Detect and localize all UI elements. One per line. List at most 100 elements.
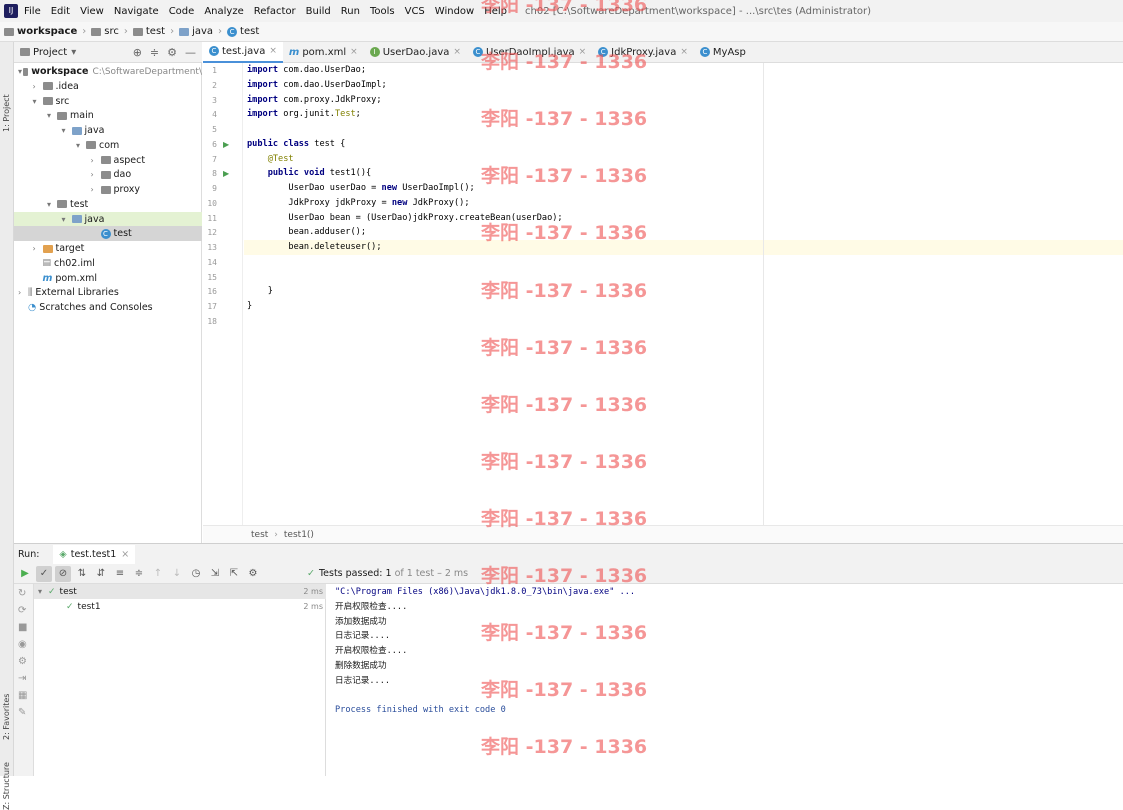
menu-navigate[interactable]: Navigate: [114, 6, 159, 17]
test-tree-item[interactable]: ▾ ✓ test 2 ms: [34, 584, 326, 599]
run-tab[interactable]: ◈ test.test1 ×: [53, 544, 136, 564]
sort-duration-icon[interactable]: ⇵: [93, 566, 109, 582]
settings-icon[interactable]: ⚙: [245, 566, 261, 582]
chevron-down-icon[interactable]: ▾: [33, 97, 43, 106]
project-tool-button[interactable]: 1: Project: [2, 94, 11, 132]
sort-alpha-icon[interactable]: ⇅: [74, 566, 90, 582]
locate-icon[interactable]: ⊕: [133, 46, 142, 59]
tree-item[interactable]: ▾ main: [14, 108, 202, 123]
camera-icon[interactable]: ◉: [18, 639, 27, 650]
run-method-icon[interactable]: ▶: [223, 169, 229, 178]
test-tree-item[interactable]: ✓ test1 2 ms: [34, 599, 326, 614]
tree-item[interactable]: ◔ Scratches and Consoles: [14, 300, 202, 315]
toggle-auto-test-icon[interactable]: ⟳: [18, 605, 27, 616]
tree-item[interactable]: ▾ src: [14, 94, 202, 109]
collapse-icon[interactable]: ≑: [150, 46, 159, 59]
chevron-right-icon[interactable]: ›: [33, 244, 43, 253]
tree-item[interactable]: ▾ test: [14, 197, 202, 212]
close-icon[interactable]: ×: [350, 47, 358, 57]
pin-icon[interactable]: ✎: [18, 707, 27, 718]
minimize-icon[interactable]: —: [185, 46, 196, 59]
breadcrumb-test[interactable]: test ›: [132, 26, 179, 37]
collapse-all-icon[interactable]: ≑: [131, 566, 147, 582]
code-editor[interactable]: import com.dao.UserDao; import com.dao.Us…: [244, 63, 1123, 525]
tree-item[interactable]: › target: [14, 241, 202, 256]
menu-vcs[interactable]: VCS: [405, 6, 425, 17]
chevron-down-icon[interactable]: ▾: [76, 141, 86, 150]
tab-test-java[interactable]: Ctest.java ×: [203, 41, 283, 63]
tree-item[interactable]: Ctest: [14, 226, 202, 242]
tab-myasp[interactable]: C MyAsp: [694, 42, 752, 63]
chevron-down-icon[interactable]: ▾: [47, 111, 57, 120]
close-icon[interactable]: ×: [453, 47, 461, 57]
console-output[interactable]: "C:\Program Files (x86)\Java\jdk1.8.0_73…: [327, 584, 1123, 776]
menu-tools[interactable]: Tools: [370, 6, 395, 17]
layout-icon[interactable]: ▦: [18, 690, 27, 701]
tree-item[interactable]: ▾ java: [14, 211, 202, 227]
expand-all-icon[interactable]: ≡: [112, 566, 128, 582]
chevron-down-icon[interactable]: ▾: [62, 215, 72, 224]
favorites-tool-button[interactable]: 2: Favorites: [2, 694, 11, 740]
menu-file[interactable]: File: [24, 6, 41, 17]
chevron-down-icon[interactable]: ▾: [47, 200, 57, 209]
tree-item[interactable]: ▾ workspace C:\SoftwareDepartment\: [14, 64, 202, 79]
tab-pom-xml[interactable]: m pom.xml ×: [283, 42, 364, 63]
tree-item[interactable]: › dao: [14, 167, 202, 182]
close-icon[interactable]: ×: [680, 47, 688, 57]
code-token: }: [247, 301, 253, 311]
run-class-icon[interactable]: ▶: [223, 140, 229, 149]
tab-userdao-java[interactable]: I UserDao.java ×: [364, 42, 467, 63]
chevron-right-icon[interactable]: ›: [18, 288, 28, 297]
close-icon[interactable]: ×: [579, 47, 587, 57]
menu-window[interactable]: Window: [435, 6, 474, 17]
tab-jdkproxy-java[interactable]: C JdkProxy.java ×: [592, 42, 694, 63]
chevron-right-icon[interactable]: ›: [33, 82, 43, 91]
tree-item[interactable]: ▾ java: [14, 123, 202, 138]
rerun-icon[interactable]: ▶: [17, 566, 33, 582]
menu-build[interactable]: Build: [306, 6, 331, 17]
breadcrumb-java[interactable]: java ›: [179, 26, 227, 37]
gear-icon[interactable]: ⚙: [167, 46, 177, 59]
exit-icon[interactable]: ⇥: [18, 673, 27, 684]
history-icon[interactable]: ◷: [188, 566, 204, 582]
tree-item[interactable]: › .idea: [14, 79, 202, 94]
tree-item[interactable]: › aspect: [14, 153, 202, 168]
tree-item[interactable]: m pom.xml: [14, 271, 202, 286]
menu-view[interactable]: View: [80, 6, 104, 17]
import-tests-icon[interactable]: ⇲: [207, 566, 223, 582]
tab-userdaoimpl-java[interactable]: C UserDaoImpl.java ×: [467, 42, 592, 63]
structure-tool-button[interactable]: Z: Structure: [2, 762, 11, 810]
menu-help[interactable]: Help: [484, 6, 507, 17]
export-tests-icon[interactable]: ⇱: [226, 566, 242, 582]
menu-run[interactable]: Run: [341, 6, 360, 17]
tree-item[interactable]: ▤ ch02.iml: [14, 256, 202, 271]
chevron-right-icon[interactable]: ›: [91, 185, 101, 194]
show-passed-icon[interactable]: ✓: [36, 565, 52, 582]
breadcrumb-workspace[interactable]: workspace ›: [4, 26, 91, 37]
prev-failed-icon[interactable]: ↑: [150, 566, 166, 582]
close-icon[interactable]: ×: [269, 46, 277, 56]
menu-refactor[interactable]: Refactor: [254, 6, 296, 17]
editor-breadcrumb-method[interactable]: test1(): [284, 530, 314, 540]
breadcrumb-test-class[interactable]: Ctest: [227, 26, 259, 37]
settings-icon[interactable]: ⚙: [18, 656, 27, 667]
tree-item[interactable]: › proxy: [14, 182, 202, 197]
next-failed-icon[interactable]: ↓: [169, 566, 185, 582]
show-ignored-icon[interactable]: ⊘: [55, 565, 71, 582]
chevron-down-icon[interactable]: ▾: [62, 126, 72, 135]
rerun-failed-icon[interactable]: ↻: [18, 588, 27, 599]
close-icon[interactable]: ×: [121, 549, 129, 560]
tree-item[interactable]: › ⫼ External Libraries: [14, 285, 202, 300]
chevron-right-icon[interactable]: ›: [91, 156, 101, 165]
chevron-right-icon[interactable]: ›: [91, 170, 101, 179]
project-view-selector[interactable]: Project: [33, 47, 67, 58]
menu-analyze[interactable]: Analyze: [204, 6, 243, 17]
breadcrumb-src[interactable]: src ›: [91, 26, 133, 37]
menu-code[interactable]: Code: [169, 6, 195, 17]
menu-edit[interactable]: Edit: [51, 6, 70, 17]
tree-item[interactable]: ▾ com: [14, 138, 202, 153]
editor-breadcrumb-class[interactable]: test: [251, 530, 268, 540]
stop-icon[interactable]: ■: [18, 622, 27, 633]
chevron-down-icon[interactable]: ▾: [71, 47, 76, 58]
chevron-down-icon[interactable]: ▾: [38, 587, 48, 596]
